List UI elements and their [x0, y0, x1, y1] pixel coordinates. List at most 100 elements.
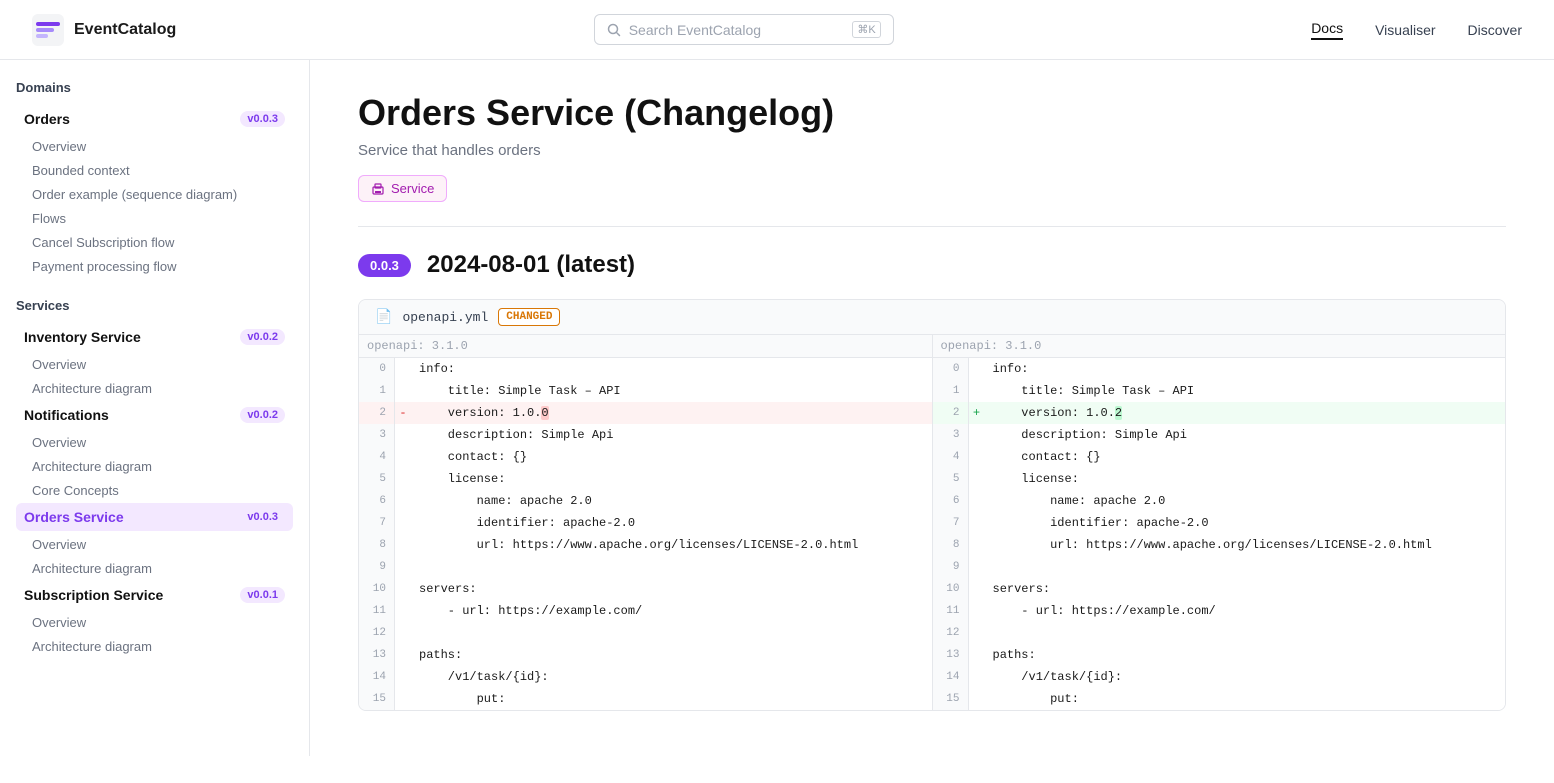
search-shortcut: ⌘K — [852, 21, 880, 38]
sidebar-item-orders-service[interactable]: Orders Service v0.0.3 — [16, 503, 293, 531]
diff-line-new-6: 6 name: apache 2.0 — [933, 490, 1506, 512]
diff-line-old-3: 3 description: Simple Api — [359, 424, 932, 446]
logo[interactable]: EventCatalog — [32, 14, 176, 46]
diff-old-header: openapi: 3.1.0 — [359, 335, 932, 358]
diff-line-old-4: 4 contact: {} — [359, 446, 932, 468]
diff-line-new-9: 9 — [933, 556, 1506, 578]
diff-line-new-11: 11 - url: https://example.com/ — [933, 600, 1506, 622]
sidebar-subitem-sub-overview[interactable]: Overview — [16, 611, 293, 634]
sidebar-subitem-orders-overview[interactable]: Overview — [16, 533, 293, 556]
sidebar-section-domains: Domains Orders v0.0.3 Overview Bounded c… — [16, 80, 293, 278]
diff-line-new-15: 15 put: — [933, 688, 1506, 710]
logo-icon — [32, 14, 64, 46]
sidebar-subitem-orders-arch[interactable]: Architecture diagram — [16, 557, 293, 580]
sidebar-subitem-notif-overview[interactable]: Overview — [16, 431, 293, 454]
diff-changed-badge: CHANGED — [498, 308, 560, 326]
diff-line-old-2: 2 - version: 1.0.0 — [359, 402, 932, 424]
diff-file-header: 📄 openapi.yml CHANGED — [359, 300, 1505, 335]
tag-label: Service — [391, 181, 434, 196]
logo-text: EventCatalog — [74, 21, 176, 39]
sidebar-subitem-order-example[interactable]: Order example (sequence diagram) — [16, 183, 293, 206]
sidebar-item-orders-badge: v0.0.3 — [240, 111, 285, 127]
sidebar-subitem-inv-overview[interactable]: Overview — [16, 353, 293, 376]
sidebar-subitem-core-concepts[interactable]: Core Concepts — [16, 479, 293, 502]
diff-line-new-14: 14 /v1/task/{id}: — [933, 666, 1506, 688]
divider — [358, 226, 1506, 227]
diff-line-old-7: 7 identifier: apache-2.0 — [359, 512, 932, 534]
main-nav: Docs Visualiser Discover — [1311, 20, 1522, 40]
diff-line-new-5: 5 license: — [933, 468, 1506, 490]
layout: Domains Orders v0.0.3 Overview Bounded c… — [0, 60, 1554, 783]
diff-line-new-12: 12 — [933, 622, 1506, 644]
sidebar-section-title-services: Services — [16, 298, 293, 313]
sidebar-item-inventory[interactable]: Inventory Service v0.0.2 — [16, 323, 293, 351]
service-tag: Service — [358, 175, 1506, 202]
diff-line-old-9: 9 — [359, 556, 932, 578]
diff-line-new-13: 13 paths: — [933, 644, 1506, 666]
sidebar-item-subscription-badge: v0.0.1 — [240, 587, 285, 603]
page-subtitle: Service that handles orders — [358, 142, 1506, 159]
sidebar-item-orders-label: Orders — [24, 111, 70, 127]
version-date: 2024-08-01 (latest) — [427, 251, 635, 279]
diff-line-old-10: 10 servers: — [359, 578, 932, 600]
sidebar-item-notifications-label: Notifications — [24, 407, 109, 423]
diff-line-old-14: 14 /v1/task/{id}: — [359, 666, 932, 688]
diff-line-new-2: 2 + version: 1.0.2 — [933, 402, 1506, 424]
diff-line-old-0: 0 info: — [359, 358, 932, 380]
sidebar-subitem-sub-arch[interactable]: Architecture diagram — [16, 635, 293, 658]
sidebar-item-orders-service-label: Orders Service — [24, 509, 124, 525]
sidebar-subitem-cancel-flow[interactable]: Cancel Subscription flow — [16, 231, 293, 254]
diff-line-new-3: 3 description: Simple Api — [933, 424, 1506, 446]
diff-line-new-0: 0 info: — [933, 358, 1506, 380]
search-icon — [607, 23, 621, 37]
diff-panel-new: openapi: 3.1.0 0 info: 1 title: Simple T… — [932, 335, 1506, 710]
diff-line-old-13: 13 paths: — [359, 644, 932, 666]
diff-line-new-4: 4 contact: {} — [933, 446, 1506, 468]
main-content: Orders Service (Changelog) Service that … — [310, 60, 1554, 783]
nav-discover[interactable]: Discover — [1468, 22, 1522, 38]
diff-line-new-1: 1 title: Simple Task – API — [933, 380, 1506, 402]
diff-container: 📄 openapi.yml CHANGED openapi: 3.1.0 0 — [358, 299, 1506, 711]
sidebar-item-notifications[interactable]: Notifications v0.0.2 — [16, 401, 293, 429]
sidebar-subitem-notif-arch[interactable]: Architecture diagram — [16, 455, 293, 478]
sidebar-item-subscription-label: Subscription Service — [24, 587, 163, 603]
diff-line-old-8: 8 url: https://www.apache.org/licenses/L… — [359, 534, 932, 556]
version-header: 0.0.3 2024-08-01 (latest) — [358, 251, 1506, 279]
nav-visualiser[interactable]: Visualiser — [1375, 22, 1435, 38]
printer-icon — [371, 182, 385, 196]
diff-line-old-6: 6 name: apache 2.0 — [359, 490, 932, 512]
diff-filename: openapi.yml — [402, 310, 488, 325]
nav-docs[interactable]: Docs — [1311, 20, 1343, 40]
diff-line-new-8: 8 url: https://www.apache.org/licenses/L… — [933, 534, 1506, 556]
diff-line-new-10: 10 servers: — [933, 578, 1506, 600]
tag-badge[interactable]: Service — [358, 175, 447, 202]
search-placeholder: Search EventCatalog — [629, 22, 845, 38]
sidebar-item-orders[interactable]: Orders v0.0.3 — [16, 105, 293, 133]
sidebar: Domains Orders v0.0.3 Overview Bounded c… — [0, 60, 310, 756]
diff-line-new-7: 7 identifier: apache-2.0 — [933, 512, 1506, 534]
diff-line-old-11: 11 - url: https://example.com/ — [359, 600, 932, 622]
diff-line-old-15: 15 put: — [359, 688, 932, 710]
changelog-entry: 0.0.3 2024-08-01 (latest) 📄 openapi.yml … — [358, 251, 1506, 711]
sidebar-item-inventory-label: Inventory Service — [24, 329, 141, 345]
sidebar-section-title-domains: Domains — [16, 80, 293, 95]
diff-line-old-5: 5 license: — [359, 468, 932, 490]
diff-panel-old: openapi: 3.1.0 0 info: 1 title: Simple T… — [359, 335, 932, 710]
sidebar-subitem-overview[interactable]: Overview — [16, 135, 293, 158]
search-bar[interactable]: Search EventCatalog ⌘K — [594, 14, 894, 45]
page-title: Orders Service (Changelog) — [358, 92, 1506, 134]
sidebar-subitem-payment-flow[interactable]: Payment processing flow — [16, 255, 293, 278]
sidebar-item-orders-service-badge: v0.0.3 — [240, 509, 285, 525]
sidebar-item-notifications-badge: v0.0.2 — [240, 407, 285, 423]
sidebar-subitem-flows[interactable]: Flows — [16, 207, 293, 230]
sidebar-item-subscription[interactable]: Subscription Service v0.0.1 — [16, 581, 293, 609]
diff-line-old-12: 12 — [359, 622, 932, 644]
sidebar-item-inventory-badge: v0.0.2 — [240, 329, 285, 345]
sidebar-section-services: Services Inventory Service v0.0.2 Overvi… — [16, 298, 293, 658]
header: EventCatalog Search EventCatalog ⌘K Docs… — [0, 0, 1554, 60]
sidebar-subitem-inv-arch[interactable]: Architecture diagram — [16, 377, 293, 400]
sidebar-subitem-bounded-context[interactable]: Bounded context — [16, 159, 293, 182]
version-badge: 0.0.3 — [358, 254, 411, 277]
diff-line-old-1: 1 title: Simple Task – API — [359, 380, 932, 402]
diff-body: openapi: 3.1.0 0 info: 1 title: Simple T… — [359, 335, 1505, 710]
